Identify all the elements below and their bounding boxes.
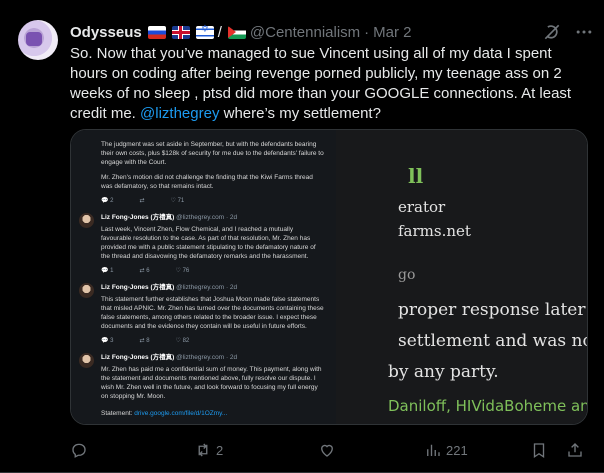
post-avatar (79, 283, 94, 298)
post-handle: @lizthegrey.com · 2d (176, 214, 238, 221)
forum-username: ll (408, 164, 424, 188)
palestine-flag-icon (227, 25, 246, 39)
separator-dot: · (364, 23, 370, 41)
repost-icon (198, 443, 208, 457)
reply-count: 💬 2 (101, 198, 114, 204)
author-name[interactable]: Odysseus (70, 24, 142, 41)
screenshot-thread: The judgment was set aside in September,… (71, 130, 336, 424)
reply-count: 💬 3 (101, 338, 114, 344)
reply-button[interactable] (70, 440, 92, 460)
repost-count: ⇄ (139, 198, 145, 204)
bookmark-icon (533, 443, 545, 459)
screenshot-forum-post: ll erator farms.net go proper response l… (336, 130, 587, 424)
views-count: 221 (446, 442, 468, 458)
more-options-icon[interactable] (574, 22, 594, 42)
views-button[interactable]: 221 (424, 440, 468, 460)
forum-text-line-3: by any party. (388, 362, 499, 382)
author-handle[interactable]: @Centennialism (250, 24, 360, 41)
attached-image[interactable]: The judgment was set aside in September,… (70, 129, 588, 425)
views-icon (427, 444, 440, 456)
mention-link[interactable]: @lizthegrey (140, 105, 219, 122)
post-body: Mr. Zhen has paid me a confidential sum … (101, 366, 322, 400)
grok-icon[interactable] (542, 22, 562, 42)
intro-paragraph-1: The judgment was set aside in September,… (101, 141, 324, 166)
author-avatar[interactable] (18, 20, 58, 60)
thread-post: Liz Fong-Jones (方禮真) @lizthegrey.com · 2… (79, 213, 324, 276)
statement-line: Statement: drive.google.com/file/d/1OZmy… (101, 409, 324, 418)
like-button[interactable] (318, 440, 340, 460)
post-body: Last week, Vincent Zhen, Flow Chemical, … (101, 226, 316, 260)
post-stats: 💬 1 ⇄ 6 ♡ 76 (101, 267, 324, 276)
post-body: This statement further establishes that … (101, 296, 324, 330)
like-count: ♡ 76 (175, 268, 190, 274)
thread-intro: The judgment was set aside in September,… (101, 140, 324, 206)
post-handle: @lizthegrey.com · 2d (176, 284, 238, 291)
forum-timestamp: go (398, 267, 416, 283)
post-author: Liz Fong-Jones (方禮真) (101, 284, 175, 291)
tweet-text-part2: where’s my settlement? (219, 105, 381, 122)
repost-count: ⇄ 8 (139, 338, 150, 344)
flag-separator: / (217, 23, 222, 41)
reply-icon (72, 443, 86, 458)
repost-count: 2 (216, 442, 224, 458)
repost-count: ⇄ 6 (139, 268, 150, 274)
share-button[interactable] (566, 440, 584, 460)
uk-flag-icon (171, 25, 190, 39)
tweet-header: Odysseus / @Centennialism · Mar 2 (70, 22, 412, 42)
forum-domain: farms.net (398, 222, 471, 240)
like-count: ♡ 82 (175, 338, 190, 344)
post-avatar (79, 353, 94, 368)
post-handle: @lizthegrey.com · 2d (176, 354, 238, 361)
intro-stats: 💬 2 ⇄ ♡ 71 (101, 197, 324, 206)
tweet-text: So. Now that you’ve managed to sue Vince… (70, 44, 590, 124)
forum-text-line-1: proper response later but I (398, 300, 587, 320)
bookmark-button[interactable] (530, 440, 548, 460)
tweet-date[interactable]: Mar 2 (373, 24, 411, 41)
israel-flag-icon (195, 24, 214, 39)
statement-link: drive.google.com/file/d/1OZmy... (134, 410, 228, 417)
like-count: ♡ 71 (170, 198, 185, 204)
reply-count: 💬 1 (101, 268, 114, 274)
forum-text-line-2: settlement and was not inf (398, 331, 587, 351)
russia-flag-icon (147, 25, 166, 39)
repost-button[interactable]: 2 (194, 440, 223, 460)
heart-icon (321, 444, 333, 457)
post-author: Liz Fong-Jones (方禮真) (101, 214, 175, 221)
thread-post: Liz Fong-Jones (方禮真) @lizthegrey.com · 2… (79, 283, 324, 346)
intro-paragraph-2: Mr. Zhen's motion did not challenge the … (101, 174, 313, 190)
tweet-actions: 2 221 (70, 440, 588, 460)
post-avatar (79, 213, 94, 228)
forum-reactions: Daniloff, HIVidaBoheme and Lord (388, 397, 587, 415)
statement-label: Statement: (101, 410, 133, 417)
share-icon (568, 443, 582, 457)
forum-role: erator (398, 198, 446, 216)
post-author: Liz Fong-Jones (方禮真) (101, 354, 175, 361)
post-stats: 💬 3 ⇄ 8 ♡ 82 (101, 337, 324, 346)
thread-post: Liz Fong-Jones (方禮真) @lizthegrey.com · 2… (79, 353, 324, 418)
tweet[interactable]: Odysseus / @Centennialism · Mar 2 So. No… (0, 0, 604, 473)
